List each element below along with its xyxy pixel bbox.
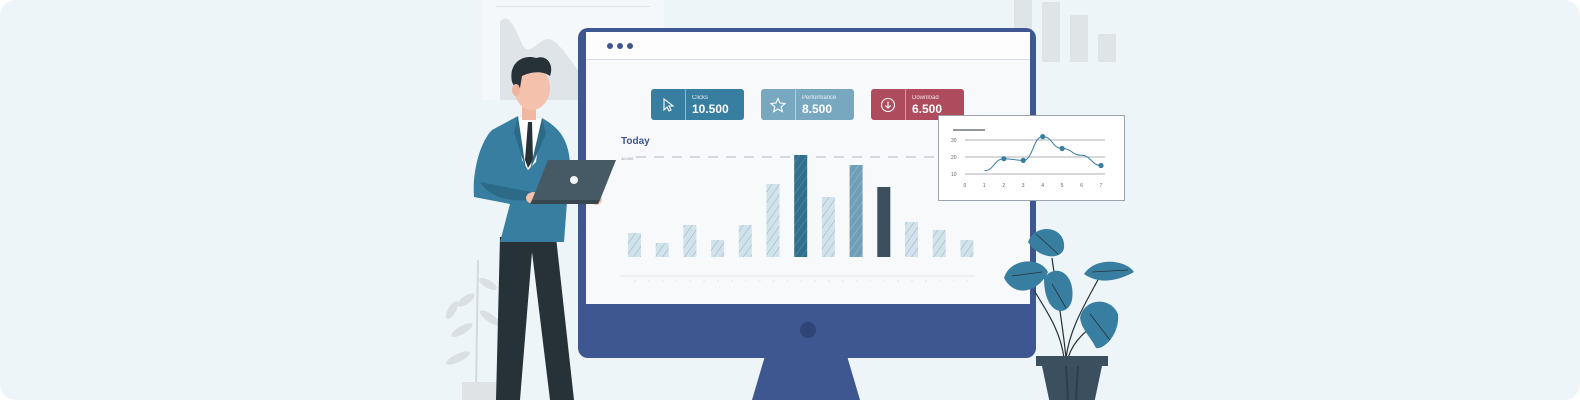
data-point[interactable] (1001, 156, 1007, 162)
window-title-bar (586, 32, 1030, 60)
laptop-icon (530, 160, 616, 204)
bar-chart (620, 155, 975, 282)
line-chart: 10 20 30 0 1 2 3 4 5 6 7 (951, 129, 1105, 189)
window-dot-icon[interactable] (617, 43, 623, 49)
x-tick-label: 2 (1002, 183, 1005, 189)
bar[interactable] (655, 243, 669, 257)
bar[interactable] (932, 230, 946, 257)
cursor-icon (651, 89, 686, 120)
background-bar (1070, 15, 1088, 62)
bar[interactable] (960, 240, 974, 257)
person-illustration (473, 57, 602, 400)
plant-icon (1004, 229, 1134, 359)
monitor-logo-icon (800, 322, 816, 338)
card-value: 10.500 (692, 101, 729, 116)
x-tick-label: 5 (1061, 183, 1064, 189)
card-label: Clicks (692, 94, 708, 101)
bar[interactable] (711, 240, 725, 257)
card-label: Performance (802, 94, 837, 101)
bar[interactable] (821, 197, 835, 257)
performance-card[interactable]: Performance 8.500 (761, 89, 854, 120)
x-tick-label: 6 (1080, 183, 1083, 189)
bar[interactable] (683, 225, 697, 257)
dashboard-illustration: Clicks 10.500 Performance 8.500 Download… (0, 0, 1580, 400)
bar[interactable] (738, 225, 752, 257)
clicks-card[interactable]: Clicks 10.500 (651, 89, 744, 120)
window-dot-icon[interactable] (607, 43, 613, 49)
pot-rim (1036, 356, 1108, 366)
window-dot-icon[interactable] (627, 43, 633, 49)
monitor-stand (752, 356, 860, 400)
x-tick-label: 4 (1041, 183, 1044, 189)
bar[interactable] (877, 187, 891, 257)
y-tick-label: 30 (951, 138, 957, 144)
chart-title: Today (621, 136, 650, 147)
background-bar (1042, 2, 1060, 62)
pot-stripes (1065, 366, 1079, 400)
x-tick-label: 1 (983, 183, 986, 189)
star-icon (761, 89, 796, 120)
series-line (984, 136, 1102, 172)
x-tick-label: 0 (964, 183, 967, 189)
y-tick-label: 20 (951, 155, 957, 161)
card-value: 8.500 (802, 101, 833, 116)
bar[interactable] (849, 165, 863, 257)
data-point[interactable] (1040, 134, 1046, 140)
bar[interactable] (794, 155, 808, 257)
line-chart-popup: 10 20 30 0 1 2 3 4 5 6 7 (938, 115, 1125, 201)
y-tick-label: 10 (951, 172, 957, 178)
card-label: Download (912, 94, 939, 101)
data-point[interactable] (1059, 145, 1065, 152)
bar[interactable] (766, 184, 780, 257)
x-tick-label: 7 (1100, 183, 1103, 189)
data-point[interactable] (1098, 162, 1104, 169)
card-value: 6.500 (912, 101, 943, 116)
download-icon (871, 89, 906, 120)
background-bar (1098, 34, 1116, 62)
bar[interactable] (905, 222, 918, 257)
x-tick-label: 3 (1022, 183, 1025, 189)
data-point[interactable] (1020, 157, 1026, 163)
bar[interactable] (628, 233, 641, 257)
